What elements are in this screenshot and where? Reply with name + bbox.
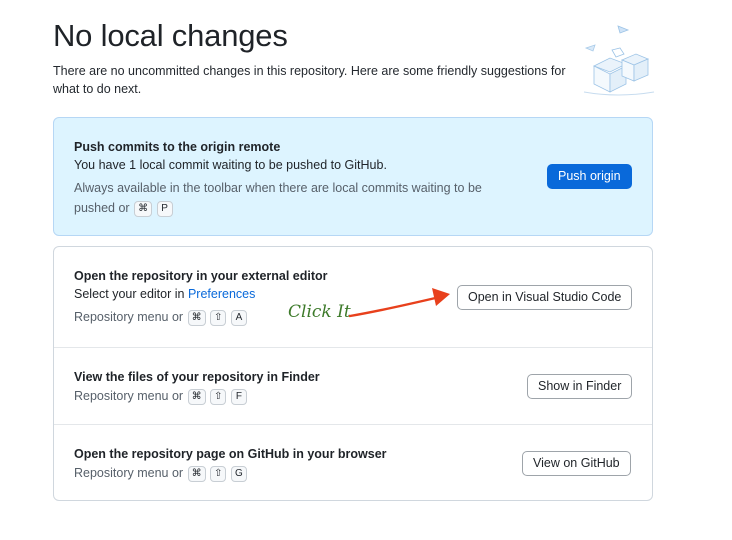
- open-in-vscode-button[interactable]: Open in Visual Studio Code: [457, 285, 633, 310]
- show-in-finder-heading: View the files of your repository in Fin…: [74, 370, 320, 384]
- shift-key-icon: ⇧: [210, 310, 227, 326]
- page-title: No local changes: [53, 18, 288, 53]
- shift-key-icon: ⇧: [210, 389, 227, 405]
- push-card-heading: Push commits to the origin remote: [74, 140, 281, 154]
- page-subtitle: There are no uncommitted changes in this…: [53, 64, 566, 96]
- push-origin-card: Push commits to the origin remote You ha…: [53, 117, 653, 236]
- view-on-github-meta: Repository menu or ⌘ ⇧ G: [74, 463, 247, 483]
- annotation-arrow-icon: [348, 288, 450, 318]
- view-on-github-button[interactable]: View on GitHub: [522, 451, 631, 476]
- shift-key-icon: ⇧: [210, 466, 227, 482]
- push-origin-button[interactable]: Push origin: [547, 164, 632, 189]
- show-in-finder-row: View the files of your repository in Fin…: [54, 347, 652, 424]
- key-p: P: [156, 201, 173, 217]
- show-in-finder-meta: Repository menu or ⌘ ⇧ F: [74, 386, 247, 406]
- open-editor-text: Select your editor in Preferences: [74, 287, 255, 301]
- command-key-icon: ⌘: [187, 310, 206, 326]
- push-card-meta: Always available in the toolbar when the…: [74, 178, 514, 218]
- open-editor-text-label: Select your editor in: [74, 287, 185, 301]
- key-a: A: [230, 310, 247, 326]
- command-key-icon: ⌘: [187, 466, 206, 482]
- empty-state-illustration: [583, 25, 655, 96]
- key-g: G: [230, 466, 247, 482]
- push-card-text: You have 1 local commit waiting to be pu…: [74, 158, 387, 172]
- view-on-github-heading: Open the repository page on GitHub in yo…: [74, 447, 387, 461]
- view-on-github-row: Open the repository page on GitHub in yo…: [54, 424, 652, 501]
- open-editor-meta: Repository menu or ⌘ ⇧ A: [74, 307, 247, 327]
- command-key-icon: ⌘: [187, 389, 206, 405]
- key-f: F: [230, 389, 247, 405]
- command-key-icon: ⌘: [134, 201, 153, 217]
- show-in-finder-meta-text: Repository menu or: [74, 389, 184, 403]
- open-editor-meta-text: Repository menu or: [74, 310, 184, 324]
- show-in-finder-button[interactable]: Show in Finder: [527, 374, 633, 399]
- view-on-github-meta-text: Repository menu or: [74, 466, 184, 480]
- preferences-link[interactable]: Preferences: [188, 287, 255, 301]
- open-editor-heading: Open the repository in your external edi…: [74, 269, 328, 283]
